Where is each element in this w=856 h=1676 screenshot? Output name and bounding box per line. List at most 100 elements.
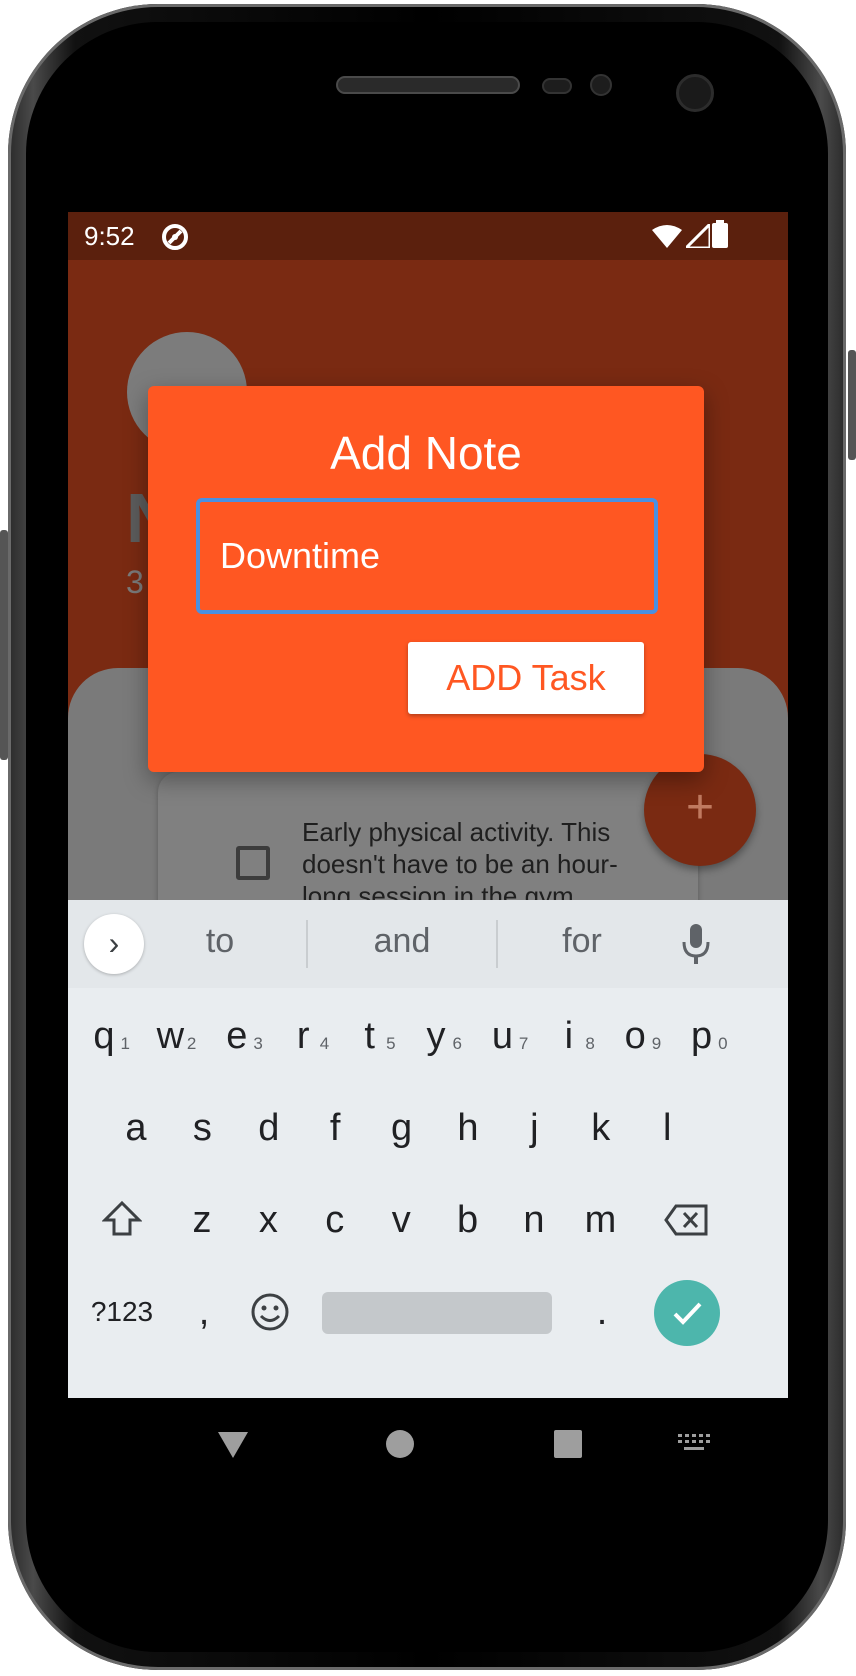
key-k[interactable]: k — [569, 1088, 633, 1168]
emoji-key[interactable] — [238, 1272, 302, 1352]
add-note-dialog: Add Note ADD Task — [148, 386, 704, 772]
key-f[interactable]: f — [303, 1088, 367, 1168]
suggestion-divider — [306, 920, 308, 968]
key-b-label: b — [457, 1199, 479, 1241]
front-camera — [676, 74, 714, 112]
key-p-hint: 0 — [718, 1034, 728, 1053]
key-c[interactable]: c — [303, 1180, 367, 1260]
key-e-label: e — [226, 1015, 248, 1057]
suggestion-bar: › to and for — [68, 900, 788, 988]
suggestion-3[interactable]: for — [492, 922, 672, 961]
soft-keyboard: › to and for ?123 , . q 1 w 2 e 3 r 4 t … — [68, 900, 788, 1398]
period-key[interactable]: . — [570, 1272, 634, 1352]
key-w-hint: 2 — [186, 1034, 197, 1053]
key-l-label: l — [662, 1107, 672, 1149]
backspace-key[interactable] — [654, 1180, 718, 1260]
key-b[interactable]: b — [436, 1180, 500, 1260]
home-icon[interactable] — [386, 1430, 414, 1458]
earpiece-speaker — [336, 76, 520, 94]
key-g[interactable]: g — [370, 1088, 434, 1168]
key-r-hint: 4 — [319, 1034, 330, 1053]
key-u-hint: 7 — [518, 1034, 529, 1053]
key-c-label: c — [325, 1199, 345, 1241]
screen: 9:52 N 3 Early physical activity. This d… — [68, 212, 788, 1492]
key-j[interactable]: j — [502, 1088, 566, 1168]
cell-signal-icon — [682, 220, 712, 253]
battery-icon — [712, 220, 728, 253]
note-input[interactable] — [196, 498, 658, 614]
key-i-hint: 8 — [585, 1034, 595, 1053]
microphone-icon[interactable] — [682, 924, 710, 969]
key-m-label: m — [584, 1199, 617, 1241]
sync-icon — [160, 222, 190, 257]
key-e-hint: 3 — [253, 1034, 263, 1053]
add-task-button[interactable]: ADD Task — [408, 642, 644, 714]
comma-key[interactable]: , — [172, 1272, 236, 1352]
light-sensor — [590, 74, 612, 96]
key-w[interactable]: w2 — [138, 996, 202, 1076]
key-p[interactable]: p0 — [670, 996, 734, 1076]
key-o[interactable]: o9 — [603, 996, 667, 1076]
key-v[interactable]: v — [369, 1180, 433, 1260]
key-k-label: k — [591, 1107, 611, 1149]
suggestion-2[interactable]: and — [312, 922, 492, 961]
key-y-hint: 6 — [452, 1034, 462, 1053]
key-x-label: x — [258, 1199, 278, 1241]
key-a[interactable]: a — [104, 1088, 168, 1168]
key-r-label: r — [296, 1015, 310, 1057]
key-t-label: t — [364, 1015, 375, 1057]
key-i[interactable]: i8 — [537, 996, 601, 1076]
key-d-label: d — [258, 1107, 280, 1149]
status-bar: 9:52 — [68, 212, 788, 260]
navigation-bar — [68, 1398, 788, 1492]
enter-check-key[interactable] — [654, 1280, 720, 1346]
proximity-sensor — [542, 78, 572, 94]
key-j-label: j — [530, 1107, 539, 1149]
task-checkbox[interactable] — [236, 846, 270, 880]
key-q[interactable]: q1 — [72, 996, 136, 1076]
task-text: Early physical activity. This doesn't ha… — [302, 817, 618, 911]
status-time: 9:52 — [84, 221, 135, 251]
space-key[interactable] — [322, 1292, 552, 1334]
key-i-label: i — [564, 1015, 574, 1057]
volume-button — [0, 530, 8, 760]
key-l[interactable]: l — [635, 1088, 699, 1168]
key-t-hint: 5 — [386, 1034, 396, 1053]
key-t[interactable]: t5 — [338, 996, 402, 1076]
key-h-label: h — [457, 1107, 479, 1149]
recents-icon[interactable] — [554, 1430, 582, 1458]
key-h[interactable]: h — [436, 1088, 500, 1168]
key-m[interactable]: m — [568, 1180, 632, 1260]
key-z-label: z — [192, 1199, 212, 1241]
key-d[interactable]: d — [237, 1088, 301, 1168]
task-count: 3 — [126, 564, 144, 600]
key-s[interactable]: s — [170, 1088, 234, 1168]
key-e[interactable]: e3 — [205, 996, 269, 1076]
dialog-title: Add Note — [330, 427, 522, 479]
power-button — [848, 350, 856, 460]
key-o-hint: 9 — [651, 1034, 662, 1053]
suggestion-1[interactable]: to — [130, 922, 310, 961]
shift-key[interactable] — [90, 1180, 154, 1260]
key-n[interactable]: n — [502, 1180, 566, 1260]
key-o-label: o — [624, 1015, 646, 1057]
key-r[interactable]: r4 — [271, 996, 335, 1076]
key-n-label: n — [523, 1199, 545, 1241]
key-z[interactable]: z — [170, 1180, 234, 1260]
key-y-label: y — [426, 1015, 446, 1057]
back-icon[interactable] — [218, 1432, 248, 1458]
key-y[interactable]: y6 — [404, 996, 468, 1076]
key-v-label: v — [391, 1199, 411, 1241]
key-a-label: a — [125, 1107, 147, 1149]
key-x[interactable]: x — [236, 1180, 300, 1260]
key-q-hint: 1 — [120, 1034, 130, 1053]
symbols-key[interactable]: ?123 — [82, 1272, 162, 1352]
key-s-label: s — [192, 1107, 212, 1149]
wifi-icon — [652, 224, 682, 253]
key-w-label: w — [156, 1015, 185, 1057]
key-u[interactable]: u7 — [470, 996, 534, 1076]
key-q-label: q — [93, 1015, 115, 1057]
key-u-label: u — [491, 1015, 513, 1057]
keyboard-switch-icon[interactable] — [678, 1434, 710, 1454]
check-icon — [673, 1302, 702, 1325]
